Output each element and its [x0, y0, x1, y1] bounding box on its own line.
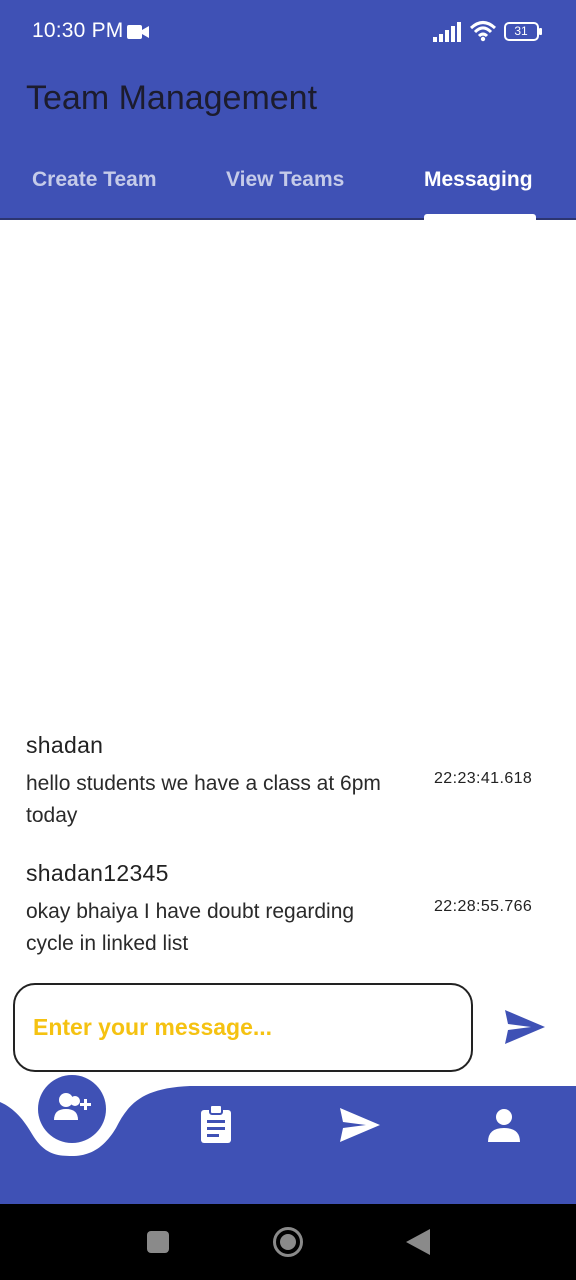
message-text: okay bhaiya I have doubt regarding cycle… [26, 900, 355, 955]
clipboard-icon[interactable] [200, 1105, 232, 1143]
nav-send-icon[interactable] [340, 1108, 380, 1142]
home-icon[interactable] [272, 1226, 304, 1258]
page-title: Team Management [26, 79, 318, 117]
message-item: shadan12345 okay bhaiya I have doubt reg… [26, 860, 556, 955]
battery-level: 31 [514, 24, 528, 38]
send-icon[interactable] [505, 1010, 545, 1044]
message-list[interactable]: shadan hello students we have a class at… [0, 222, 576, 962]
message-input[interactable] [33, 1007, 453, 1047]
message-item: shadan hello students we have a class at… [26, 732, 556, 827]
message-sender: shadan [26, 732, 104, 758]
video-camera-icon [127, 25, 149, 39]
person-icon[interactable] [488, 1108, 520, 1142]
add-user-button[interactable] [38, 1075, 106, 1143]
add-user-icon [54, 1093, 91, 1120]
tab-create-team[interactable]: Create Team [32, 168, 157, 192]
tab-view-teams[interactable]: View Teams [226, 168, 344, 192]
system-navigation-bar [0, 1204, 576, 1280]
active-tab-indicator [424, 214, 536, 220]
recent-apps-icon[interactable] [147, 1231, 169, 1253]
back-icon[interactable] [406, 1229, 430, 1255]
tab-messaging[interactable]: Messaging [424, 168, 533, 192]
message-input-container [13, 983, 473, 1072]
status-time: 10:30 PM [32, 19, 124, 42]
message-text: hello students we have a class at 6pm to… [26, 772, 381, 827]
app-bar: Team Management Create Team View Teams M… [0, 62, 576, 220]
signal-icon [433, 22, 461, 42]
wifi-icon [469, 21, 497, 42]
message-sender: shadan12345 [26, 860, 169, 886]
status-bar: 10:30 PM 31 [0, 0, 576, 62]
message-timestamp: 22:28:55.766 [434, 898, 533, 915]
message-timestamp: 22:23:41.618 [434, 770, 533, 787]
